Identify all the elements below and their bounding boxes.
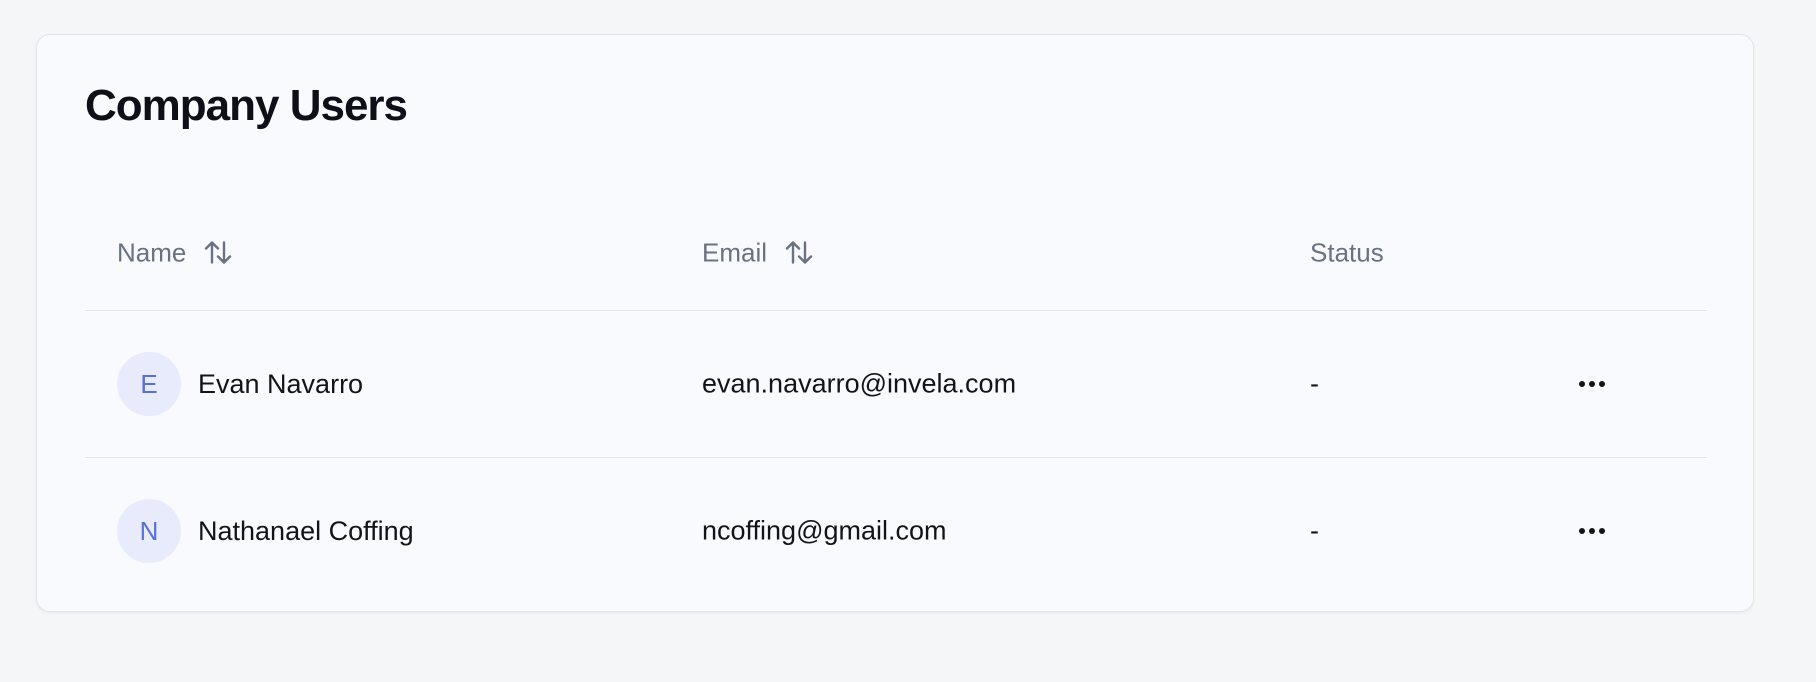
table-row[interactable]: N Nathanael Coffing ncoffing@gmail.com - [85,457,1707,604]
row-actions-button[interactable] [1572,369,1612,399]
user-name: Evan Navarro [198,368,364,399]
user-name: Nathanael Coffing [198,515,414,546]
table-row[interactable]: E Evan Navarro evan.navarro@invela.com - [85,310,1707,457]
user-status: - [1310,368,1319,399]
user-name-cell: N Nathanael Coffing [117,499,414,563]
user-email: ncoffing@gmail.com [702,515,947,546]
avatar: E [117,352,181,416]
column-header-name-label: Name [117,237,187,267]
user-email: evan.navarro@invela.com [702,368,1017,399]
company-users-card: Company Users Name Email Status E Evan N… [36,34,1754,612]
avatar: N [117,499,181,563]
column-header-name[interactable]: Name [117,237,232,268]
column-header-email[interactable]: Email [702,237,813,268]
row-actions-button[interactable] [1572,516,1612,546]
sort-arrows-icon[interactable] [785,240,813,266]
sort-arrows-icon[interactable] [204,240,232,266]
user-name-cell: E Evan Navarro [117,352,363,416]
more-horizontal-icon[interactable] [1572,369,1612,399]
user-status: - [1310,515,1319,546]
table-header: Name Email Status [85,195,1707,310]
page-title: Company Users [85,81,408,130]
users-table: Name Email Status E Evan Navarro evan.na… [85,195,1707,604]
column-header-status: Status [1310,237,1384,268]
column-header-email-label: Email [702,237,768,267]
column-header-status-label: Status [1310,237,1384,267]
more-horizontal-icon[interactable] [1572,516,1612,546]
